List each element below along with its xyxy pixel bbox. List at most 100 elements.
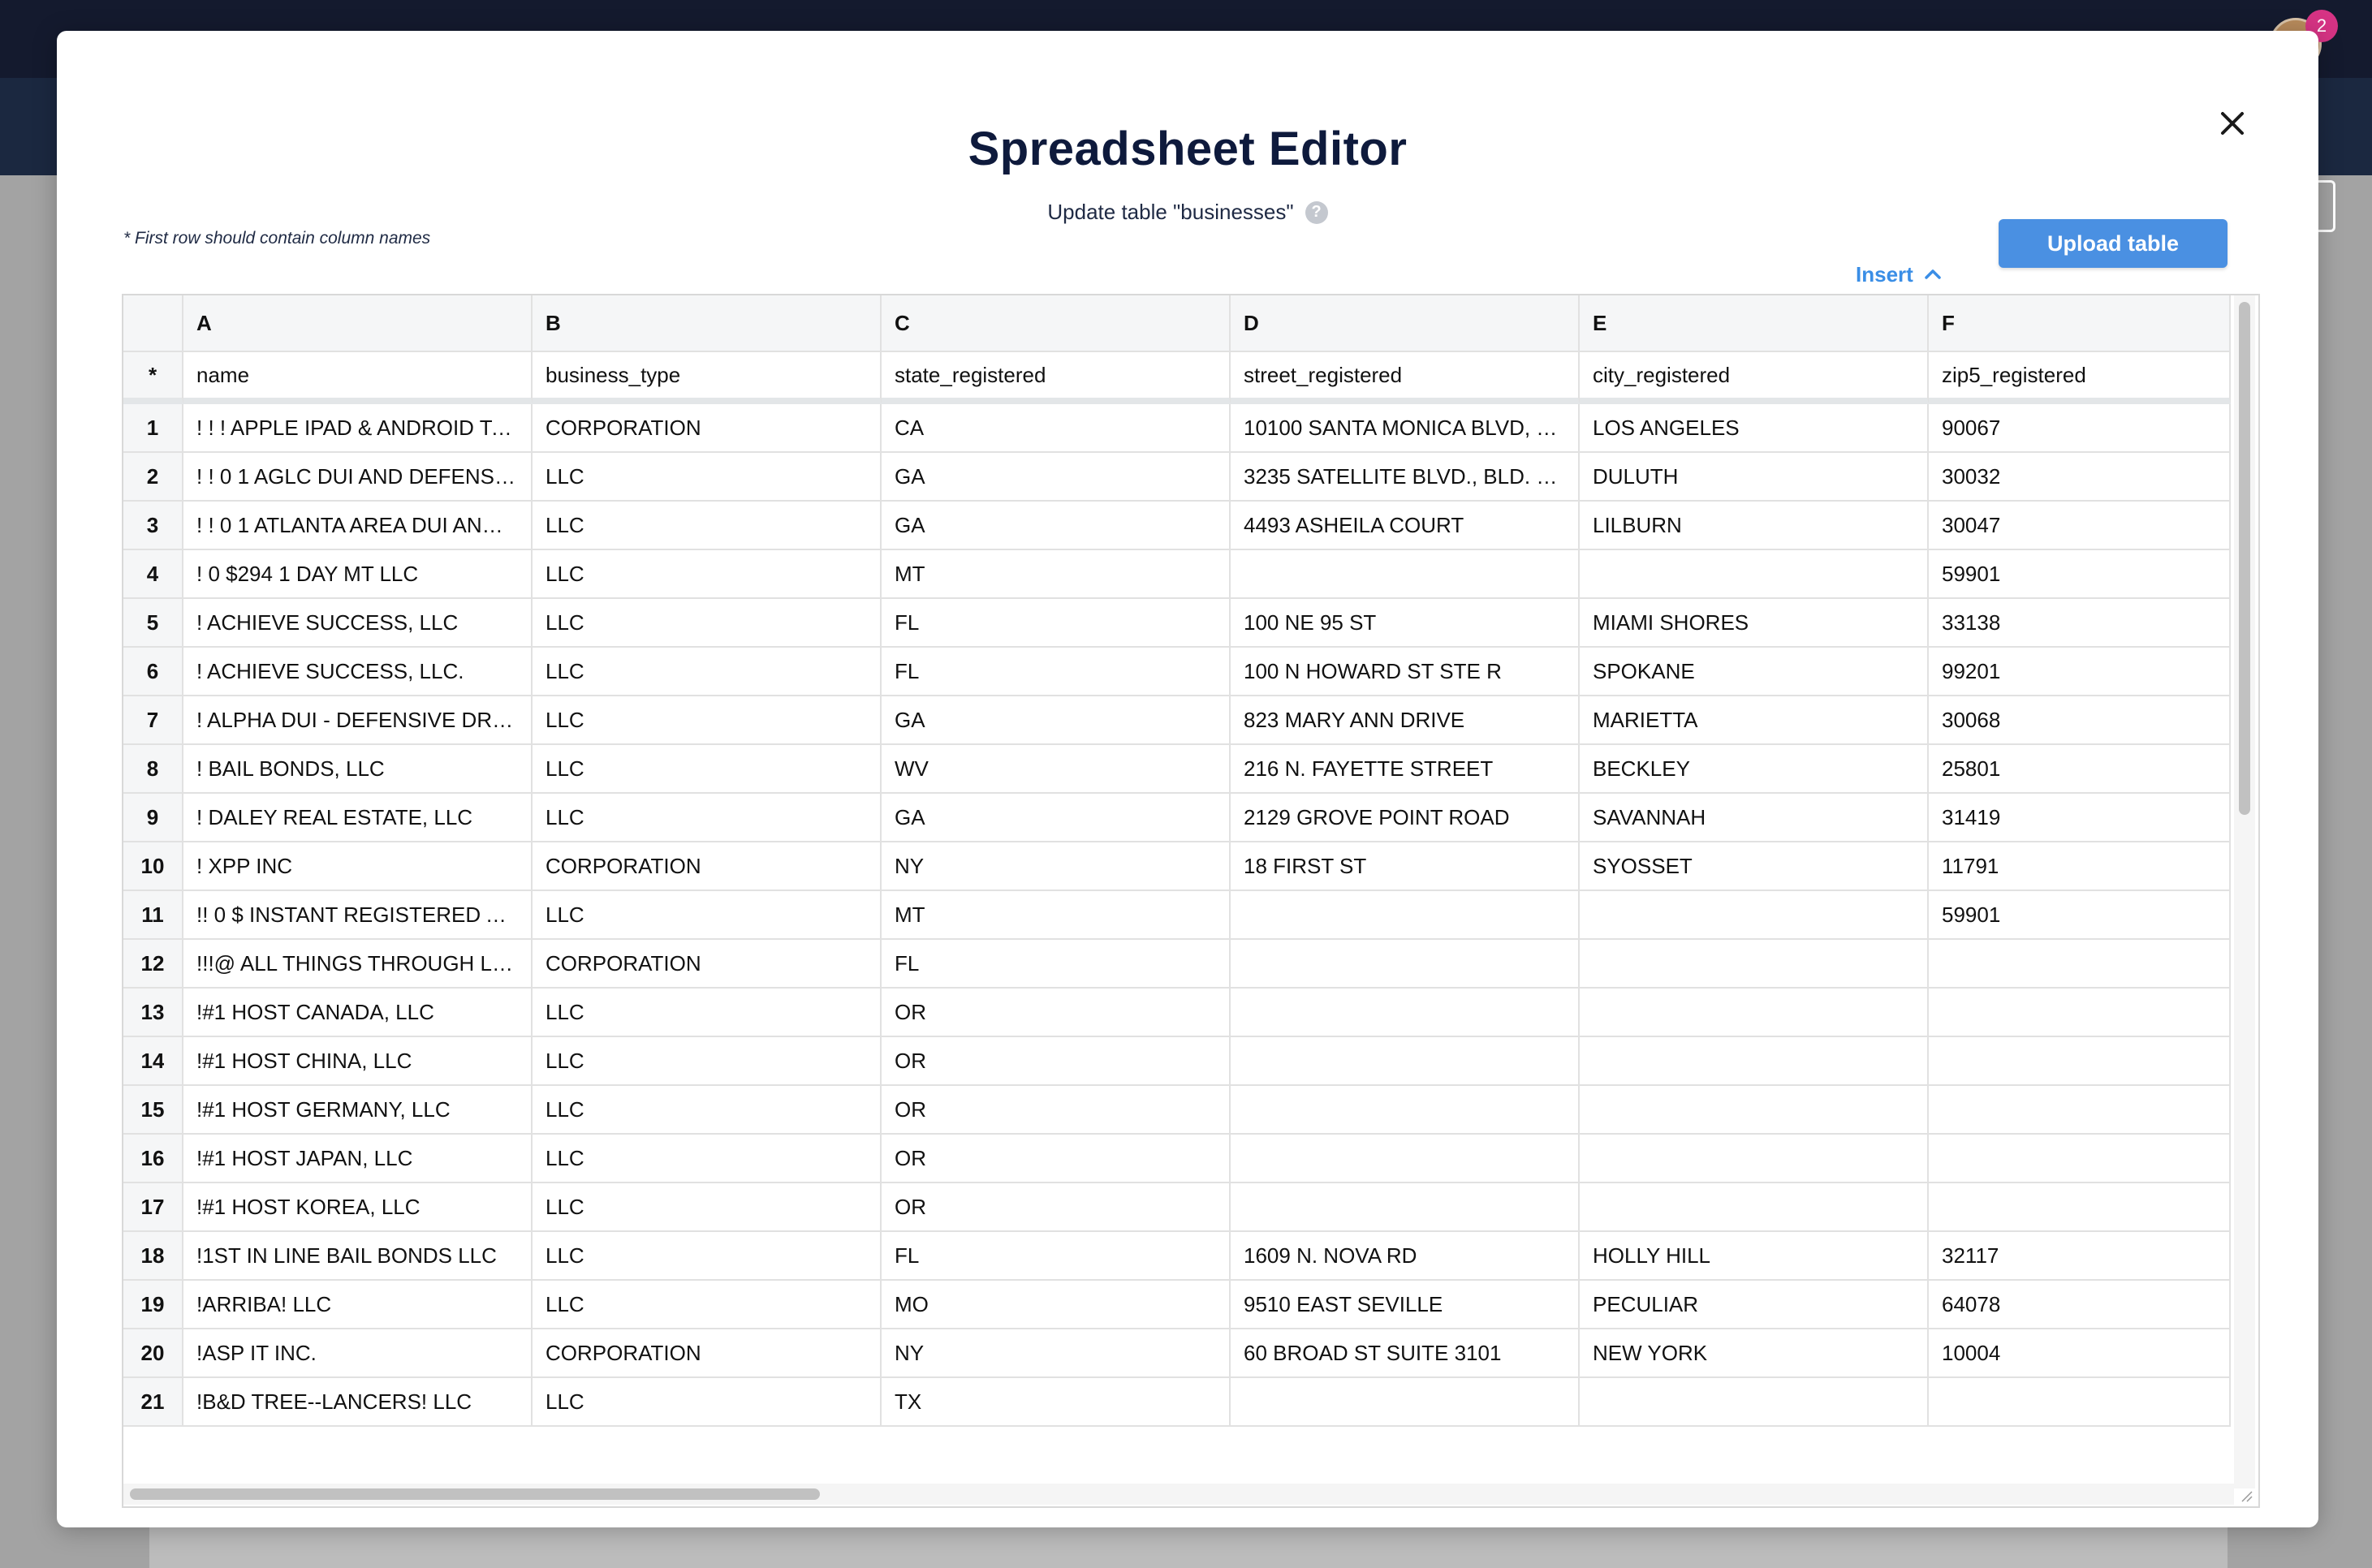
table-cell[interactable]: 59901: [1929, 550, 2231, 599]
row-number[interactable]: 5: [123, 599, 183, 648]
table-cell[interactable]: 99201: [1929, 648, 2231, 696]
table-cell[interactable]: LLC: [533, 1378, 882, 1427]
row-number[interactable]: 13: [123, 989, 183, 1037]
column-name-cell[interactable]: state_registered: [882, 352, 1231, 404]
table-cell[interactable]: LLC: [533, 1135, 882, 1183]
column-header-a[interactable]: A: [183, 295, 533, 352]
table-cell[interactable]: OR: [882, 1037, 1231, 1086]
column-name-cell[interactable]: street_registered: [1231, 352, 1580, 404]
row-number[interactable]: 18: [123, 1232, 183, 1281]
table-cell[interactable]: 32117: [1929, 1232, 2231, 1281]
table-cell[interactable]: OR: [882, 989, 1231, 1037]
table-cell[interactable]: WV: [882, 745, 1231, 794]
table-cell[interactable]: LLC: [533, 696, 882, 745]
table-cell[interactable]: LLC: [533, 1037, 882, 1086]
table-cell[interactable]: [1580, 989, 1929, 1037]
table-cell[interactable]: NEW YORK: [1580, 1329, 1929, 1378]
table-cell[interactable]: OR: [882, 1086, 1231, 1135]
table-cell[interactable]: ! ! 0 1 AGLC DUI AND DEFENSIVE…: [183, 453, 533, 502]
column-name-cell[interactable]: business_type: [533, 352, 882, 404]
table-cell[interactable]: FL: [882, 599, 1231, 648]
table-cell[interactable]: LLC: [533, 1086, 882, 1135]
table-cell[interactable]: [1231, 1183, 1580, 1232]
table-cell[interactable]: 30068: [1929, 696, 2231, 745]
table-cell[interactable]: LLC: [533, 891, 882, 940]
table-cell[interactable]: 823 MARY ANN DRIVE: [1231, 696, 1580, 745]
table-cell[interactable]: [1929, 1086, 2231, 1135]
table-cell[interactable]: LLC: [533, 502, 882, 550]
table-cell[interactable]: 4493 ASHEILA COURT: [1231, 502, 1580, 550]
table-cell[interactable]: 3235 SATELLITE BLVD., BLD. 40…: [1231, 453, 1580, 502]
table-cell[interactable]: 18 FIRST ST: [1231, 842, 1580, 891]
row-number[interactable]: 20: [123, 1329, 183, 1378]
table-cell[interactable]: [1231, 940, 1580, 989]
table-cell[interactable]: 64078: [1929, 1281, 2231, 1329]
table-cell[interactable]: LOS ANGELES: [1580, 404, 1929, 453]
table-cell[interactable]: !#1 HOST GERMANY, LLC: [183, 1086, 533, 1135]
column-header-e[interactable]: E: [1580, 295, 1929, 352]
table-cell[interactable]: BECKLEY: [1580, 745, 1929, 794]
insert-dropdown-button[interactable]: Insert: [1856, 258, 1943, 291]
table-cell[interactable]: 30047: [1929, 502, 2231, 550]
table-cell[interactable]: LLC: [533, 1281, 882, 1329]
table-cell[interactable]: !#1 HOST JAPAN, LLC: [183, 1135, 533, 1183]
table-cell[interactable]: LLC: [533, 599, 882, 648]
column-name-cell[interactable]: name: [183, 352, 533, 404]
table-cell[interactable]: !!!@ ALL THINGS THROUGH LEA…: [183, 940, 533, 989]
table-cell[interactable]: 10100 SANTA MONICA BLVD, # 300: [1231, 404, 1580, 453]
table-cell[interactable]: OR: [882, 1135, 1231, 1183]
table-cell[interactable]: [1231, 1135, 1580, 1183]
table-cell[interactable]: !B&D TREE--LANCERS! LLC: [183, 1378, 533, 1427]
table-cell[interactable]: MO: [882, 1281, 1231, 1329]
table-cell[interactable]: LLC: [533, 453, 882, 502]
table-cell[interactable]: [1929, 1378, 2231, 1427]
table-cell[interactable]: 31419: [1929, 794, 2231, 842]
table-cell[interactable]: 90067: [1929, 404, 2231, 453]
table-cell[interactable]: [1580, 1183, 1929, 1232]
table-cell[interactable]: DULUTH: [1580, 453, 1929, 502]
table-cell[interactable]: 25801: [1929, 745, 2231, 794]
column-header-b[interactable]: B: [533, 295, 882, 352]
table-cell[interactable]: HOLLY HILL: [1580, 1232, 1929, 1281]
table-cell[interactable]: CORPORATION: [533, 1329, 882, 1378]
column-name-cell[interactable]: city_registered: [1580, 352, 1929, 404]
table-cell[interactable]: LLC: [533, 794, 882, 842]
table-cell[interactable]: LLC: [533, 648, 882, 696]
row-number[interactable]: 11: [123, 891, 183, 940]
table-cell[interactable]: [1580, 1135, 1929, 1183]
table-cell[interactable]: [1231, 989, 1580, 1037]
table-cell[interactable]: ! ACHIEVE SUCCESS, LLC.: [183, 648, 533, 696]
table-cell[interactable]: [1580, 1037, 1929, 1086]
help-icon[interactable]: ?: [1305, 200, 1328, 224]
table-cell[interactable]: MIAMI SHORES: [1580, 599, 1929, 648]
row-number[interactable]: 15: [123, 1086, 183, 1135]
table-cell[interactable]: ! 0 $294 1 DAY MT LLC: [183, 550, 533, 599]
table-cell[interactable]: [1231, 550, 1580, 599]
table-cell[interactable]: GA: [882, 696, 1231, 745]
table-cell[interactable]: CORPORATION: [533, 842, 882, 891]
table-cell[interactable]: NY: [882, 842, 1231, 891]
table-cell[interactable]: 1609 N. NOVA RD: [1231, 1232, 1580, 1281]
table-cell[interactable]: MT: [882, 891, 1231, 940]
table-cell[interactable]: [1231, 891, 1580, 940]
table-cell[interactable]: CORPORATION: [533, 404, 882, 453]
row-number[interactable]: 14: [123, 1037, 183, 1086]
row-number[interactable]: 4: [123, 550, 183, 599]
table-cell[interactable]: ! ALPHA DUI - DEFENSIVE DRIVI…: [183, 696, 533, 745]
row-number[interactable]: 9: [123, 794, 183, 842]
row-number[interactable]: 12: [123, 940, 183, 989]
table-cell[interactable]: MARIETTA: [1580, 696, 1929, 745]
table-cell[interactable]: 30032: [1929, 453, 2231, 502]
table-cell[interactable]: !#1 HOST KOREA, LLC: [183, 1183, 533, 1232]
table-cell[interactable]: 11791: [1929, 842, 2231, 891]
table-cell[interactable]: CA: [882, 404, 1231, 453]
table-cell[interactable]: !#1 HOST CHINA, LLC: [183, 1037, 533, 1086]
table-cell[interactable]: [1929, 989, 2231, 1037]
row-number[interactable]: 10: [123, 842, 183, 891]
table-cell[interactable]: [1929, 1135, 2231, 1183]
table-cell[interactable]: [1929, 1037, 2231, 1086]
table-cell[interactable]: LLC: [533, 550, 882, 599]
vertical-scrollbar-thumb[interactable]: [2239, 302, 2250, 815]
row-number[interactable]: 1: [123, 404, 183, 453]
table-cell[interactable]: PECULIAR: [1580, 1281, 1929, 1329]
